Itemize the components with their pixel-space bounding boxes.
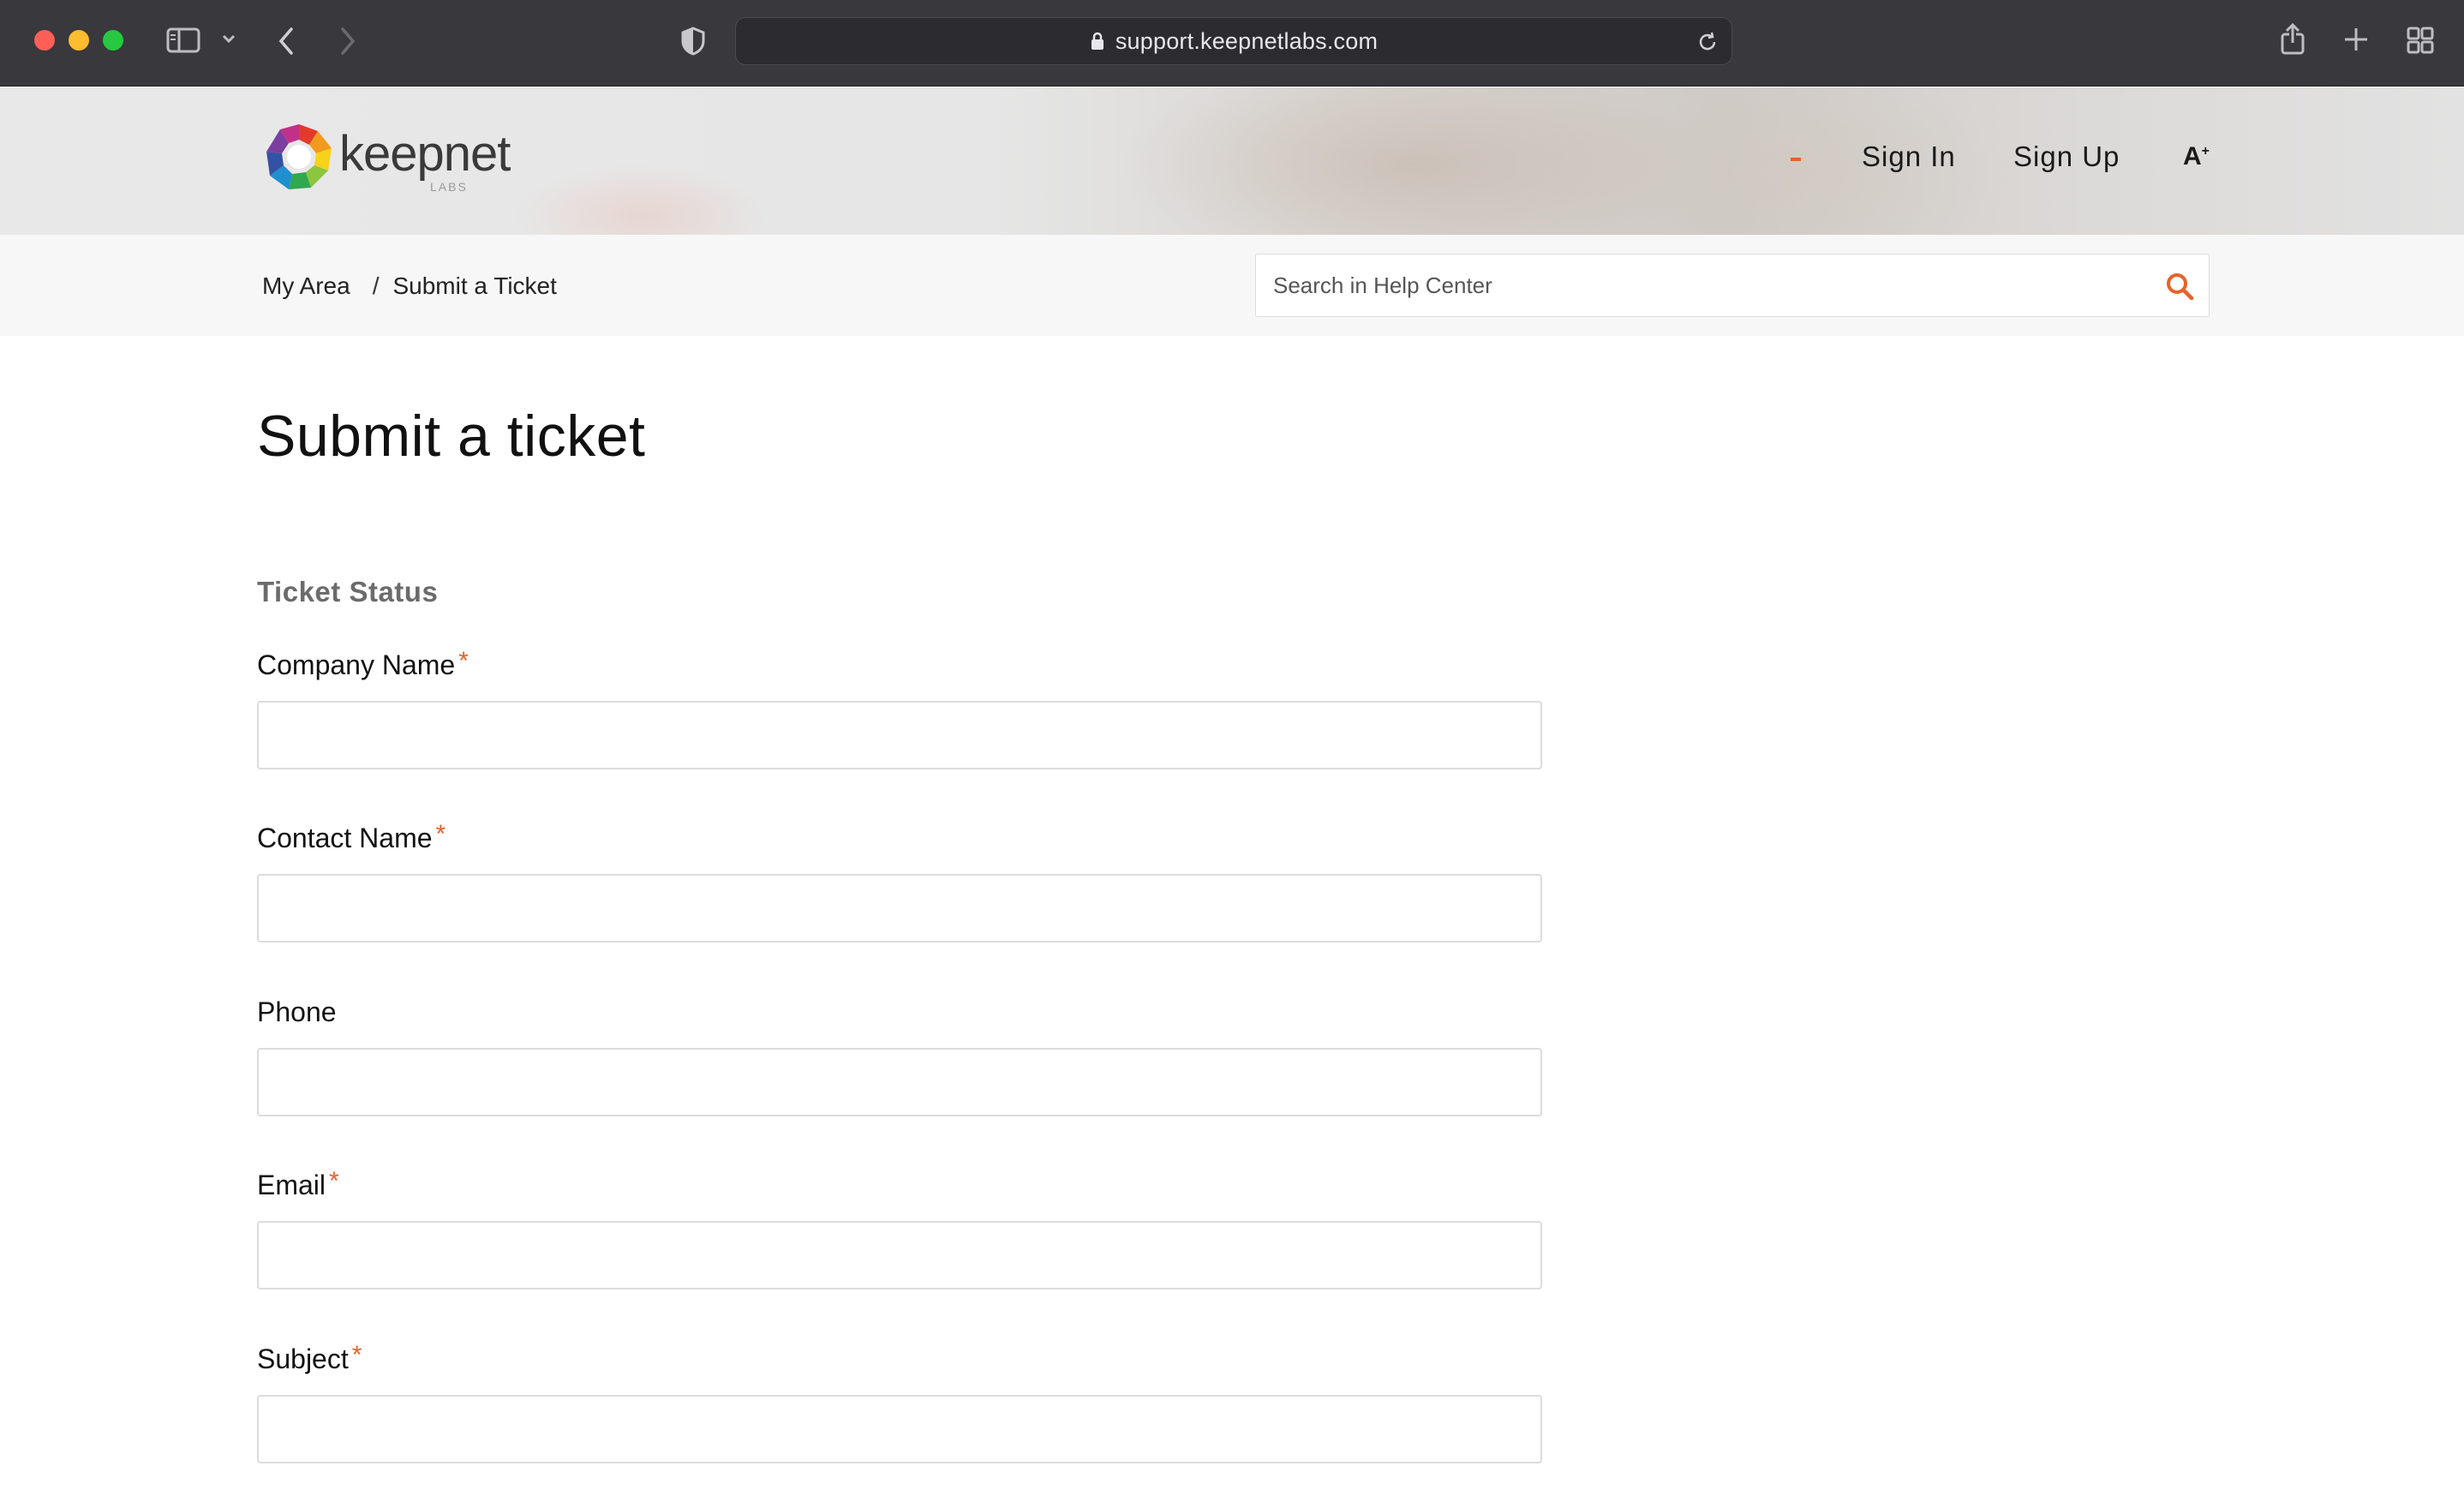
breadcrumb-item-submit-ticket[interactable]: Submit a Ticket bbox=[392, 272, 556, 300]
sign-in-link[interactable]: Sign In bbox=[1862, 141, 1956, 173]
share-icon[interactable] bbox=[2279, 22, 2306, 57]
back-arrow-icon[interactable] bbox=[276, 26, 296, 57]
email-label: Email * bbox=[257, 1167, 339, 1201]
logo-subtext: LABS bbox=[430, 180, 468, 194]
site-header: keepnet LABS Sign In Sign Up A+ bbox=[0, 87, 2464, 235]
new-tab-icon[interactable] bbox=[2342, 26, 2370, 53]
breadcrumb: My Area / Submit a Ticket bbox=[262, 272, 557, 300]
contact-name-label-text: Contact Name bbox=[257, 823, 433, 853]
phone-label-text: Phone bbox=[257, 996, 337, 1027]
font-size-toggle-plus: + bbox=[2201, 144, 2210, 159]
required-asterisk: * bbox=[435, 820, 446, 848]
phone-field[interactable] bbox=[257, 1048, 1542, 1116]
breadcrumb-bar: My Area / Submit a Ticket bbox=[0, 235, 2464, 336]
keepnet-logo[interactable]: keepnet LABS bbox=[262, 120, 511, 194]
reload-icon[interactable] bbox=[1695, 30, 1719, 58]
subject-label-text: Subject bbox=[257, 1343, 349, 1374]
required-asterisk: * bbox=[351, 1341, 362, 1369]
company-name-field[interactable] bbox=[257, 701, 1542, 769]
company-name-label-text: Company Name bbox=[257, 649, 456, 680]
minimize-window-button[interactable] bbox=[69, 30, 89, 51]
url-text: support.keepnetlabs.com bbox=[1115, 27, 1379, 54]
required-asterisk: * bbox=[458, 647, 469, 675]
subject-field[interactable] bbox=[257, 1395, 1542, 1463]
tab-overview-icon[interactable] bbox=[2406, 26, 2435, 55]
sidebar-toggle-icon[interactable] bbox=[166, 27, 200, 53]
shield-icon[interactable] bbox=[680, 26, 706, 57]
subject-label: Subject * bbox=[257, 1341, 362, 1375]
contact-name-label: Contact Name * bbox=[257, 820, 446, 854]
maximize-window-button[interactable] bbox=[103, 30, 123, 51]
nav-accent-dash bbox=[1791, 158, 1801, 161]
logo-text: keepnet bbox=[339, 125, 511, 182]
section-title-ticket-status: Ticket Status bbox=[257, 576, 439, 607]
address-bar[interactable]: support.keepnetlabs.com bbox=[735, 17, 1732, 65]
close-window-button[interactable] bbox=[34, 30, 55, 51]
chevron-down-icon[interactable] bbox=[221, 33, 236, 45]
email-label-text: Email bbox=[257, 1170, 326, 1200]
email-field[interactable] bbox=[257, 1221, 1542, 1290]
company-name-label: Company Name * bbox=[257, 647, 469, 681]
font-size-toggle-letter: A bbox=[2183, 142, 2202, 171]
phone-label: Phone bbox=[257, 996, 340, 1028]
font-size-toggle[interactable]: A+ bbox=[2183, 142, 2210, 171]
breadcrumb-item-my-area[interactable]: My Area bbox=[262, 272, 350, 300]
help-center-search bbox=[1255, 254, 2210, 317]
search-icon[interactable] bbox=[2164, 271, 2195, 302]
contact-name-field[interactable] bbox=[257, 874, 1542, 942]
keepnet-logo-mark-icon bbox=[266, 124, 332, 189]
header-background-image-part bbox=[514, 165, 771, 235]
search-input[interactable] bbox=[1256, 254, 2147, 316]
required-asterisk: * bbox=[329, 1167, 339, 1195]
breadcrumb-separator: / bbox=[372, 272, 380, 299]
browser-toolbar: support.keepnetlabs.com bbox=[0, 0, 2464, 87]
lock-icon bbox=[1090, 31, 1105, 51]
forward-arrow-icon[interactable] bbox=[338, 26, 358, 57]
sign-up-link[interactable]: Sign Up bbox=[2013, 141, 2120, 173]
page-title: Submit a ticket bbox=[257, 404, 646, 469]
